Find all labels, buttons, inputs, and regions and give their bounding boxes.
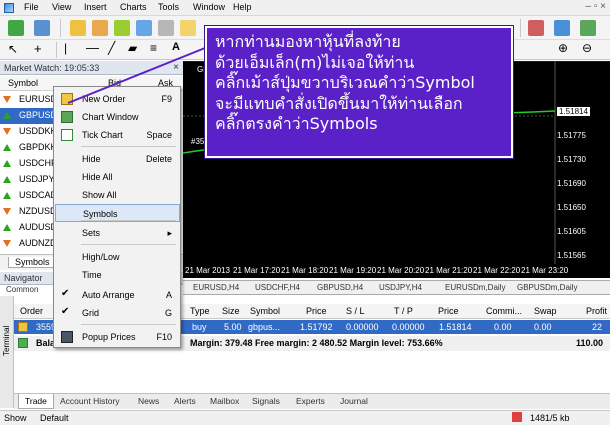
- callout-line: จะมีแทบคำสั่งเปิดขึ้นมาให้ท่านเลือก: [215, 93, 463, 113]
- callout-line: ด้วยเอ็มเล็ก(m)ไม่เจอให้ท่าน: [215, 52, 415, 72]
- instruction-callout: หากท่านมองหาหุ้นที่ลงท้าย ด้วยเอ็มเล็ก(m…: [204, 25, 514, 159]
- callout-line: คลิ๊กตรงคำว่าSymbols: [215, 114, 378, 133]
- callout-line: หากท่านมองหาหุ้นที่ลงท้าย: [215, 32, 401, 51]
- callout-line: คลิ๊กเม้าส์ปุ่มขวาบริเวณคำว่าSymbol: [215, 73, 475, 92]
- callout-text: หากท่านมองหาหุ้นที่ลงท้าย ด้วยเอ็มเล็ก(m…: [215, 32, 511, 135]
